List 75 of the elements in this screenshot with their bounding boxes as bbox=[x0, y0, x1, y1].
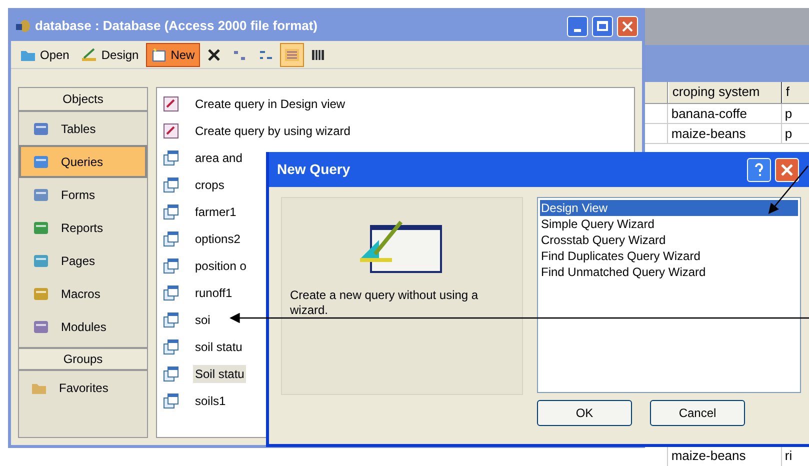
list-item[interactable]: soi bbox=[193, 310, 212, 328]
list-item[interactable]: soil statu bbox=[193, 338, 244, 356]
open-button[interactable]: Open bbox=[15, 42, 74, 66]
object-type-item[interactable]: Forms bbox=[19, 178, 147, 211]
maximize-button[interactable] bbox=[592, 16, 613, 36]
close-icon bbox=[206, 48, 221, 62]
ruler-pencil-icon bbox=[81, 48, 98, 62]
design-view-icon bbox=[359, 218, 445, 274]
close-icon bbox=[781, 164, 793, 176]
query-icon bbox=[163, 366, 179, 382]
option-item[interactable]: Find Duplicates Query Wizard bbox=[540, 248, 798, 264]
ok-button[interactable]: OK bbox=[537, 400, 632, 426]
table-cell: p bbox=[782, 124, 809, 143]
object-type-item[interactable]: Modules bbox=[19, 310, 147, 343]
list-item[interactable]: position o bbox=[193, 256, 248, 274]
minimize-button[interactable] bbox=[567, 16, 588, 36]
option-item[interactable]: Simple Query Wizard bbox=[540, 216, 798, 232]
list-item[interactable]: area and bbox=[193, 148, 244, 166]
window-title: database : Database (Access 2000 file format) bbox=[35, 17, 318, 36]
close-button[interactable] bbox=[617, 16, 638, 36]
design-button[interactable]: Design bbox=[76, 42, 144, 66]
column-header[interactable]: croping system bbox=[668, 82, 782, 103]
option-item[interactable]: Design View bbox=[540, 200, 798, 216]
annotation-arrow bbox=[768, 166, 808, 214]
table-cell: p bbox=[782, 104, 809, 123]
query-icon bbox=[163, 204, 179, 220]
description-text: Create a new query without using a wizard. bbox=[290, 288, 480, 318]
page-icon bbox=[33, 254, 49, 268]
query-icon bbox=[33, 154, 49, 168]
query-icon bbox=[163, 230, 179, 246]
database-icon bbox=[15, 19, 31, 33]
query-icon bbox=[163, 176, 179, 192]
close-button[interactable] bbox=[775, 158, 799, 182]
query-icon bbox=[163, 338, 179, 354]
object-type-item[interactable]: Queries bbox=[19, 145, 147, 178]
help-button[interactable] bbox=[747, 158, 771, 182]
list-item[interactable]: Create query by using wizard bbox=[193, 122, 352, 140]
list-item[interactable]: crops bbox=[193, 176, 226, 194]
macro-icon bbox=[33, 286, 49, 300]
query-icon bbox=[163, 258, 179, 274]
new-button[interactable]: New bbox=[146, 42, 200, 66]
list-item[interactable]: soils1 bbox=[193, 392, 228, 410]
table-cell: maize-beans bbox=[668, 124, 782, 143]
details-view-icon bbox=[310, 48, 326, 62]
list-view-button[interactable] bbox=[280, 42, 304, 66]
table-icon bbox=[33, 122, 49, 136]
help-icon bbox=[754, 162, 764, 176]
query-icon bbox=[163, 150, 179, 166]
objects-header[interactable]: Objects bbox=[19, 88, 147, 112]
option-item[interactable]: Find Unmatched Query Wizard bbox=[540, 264, 798, 280]
list-item[interactable]: runoff1 bbox=[193, 284, 234, 302]
object-type-item[interactable]: Pages bbox=[19, 244, 147, 277]
cancel-button[interactable]: Cancel bbox=[650, 400, 745, 426]
list-view-icon bbox=[284, 48, 300, 62]
form-icon bbox=[33, 188, 49, 202]
new-icon bbox=[150, 48, 167, 62]
groups-header[interactable]: Groups bbox=[19, 347, 147, 371]
query-icon bbox=[163, 284, 179, 300]
list-item[interactable]: Soil statu bbox=[193, 364, 246, 382]
list-item[interactable]: options2 bbox=[193, 230, 242, 248]
close-icon bbox=[622, 20, 633, 32]
group-item[interactable]: Favorites bbox=[19, 371, 147, 404]
query-icon bbox=[163, 392, 179, 408]
object-type-item[interactable]: Tables bbox=[19, 112, 147, 145]
list-item[interactable]: Create query in Design view bbox=[193, 94, 348, 112]
object-type-item[interactable]: Macros bbox=[19, 277, 147, 310]
dialog-title: New Query bbox=[277, 160, 350, 179]
option-item[interactable]: Crosstab Query Wizard bbox=[540, 232, 798, 248]
column-header[interactable]: f bbox=[782, 82, 809, 103]
query-icon bbox=[163, 312, 179, 328]
list-item[interactable]: farmer1 bbox=[193, 202, 238, 220]
report-icon bbox=[33, 220, 49, 234]
module-icon bbox=[33, 320, 49, 334]
object-type-item[interactable]: Reports bbox=[19, 211, 147, 244]
table-cell: banana-coffe bbox=[668, 104, 782, 123]
